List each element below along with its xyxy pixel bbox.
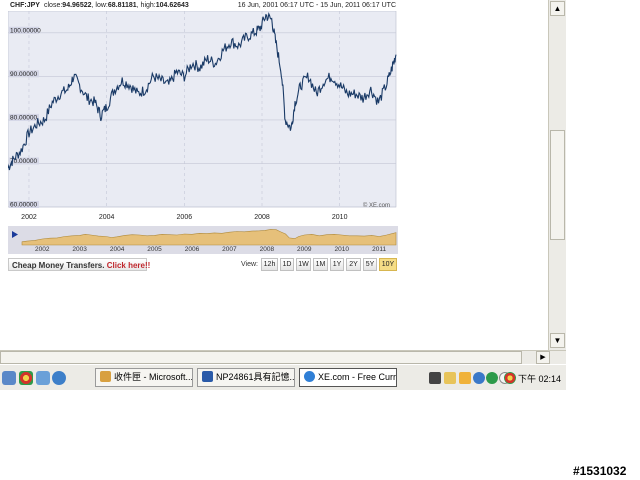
y-tick-label: 100.00000 [10,27,41,34]
timeframe-button-12h[interactable]: 12h [261,258,278,271]
outlook-icon [100,371,111,382]
navigator-tick-label: 2010 [334,246,349,253]
timeframe-button-10y[interactable]: 10Y [379,258,397,271]
price-chart[interactable]: 100.0000090.0000080.0000070.0000060.0000… [8,11,398,226]
task-label: NP24861具有記憶... [216,372,295,382]
timeframe-button-2y[interactable]: 2Y [346,258,361,271]
task-label: 收件匣 - Microsoft... [114,372,193,382]
security-icon[interactable] [486,372,498,384]
promo-link[interactable]: Click here!! [107,261,151,270]
xe-watermark: © XE.com [363,202,390,209]
task-label: XE.com - Free Curr... [318,372,397,382]
scroll-up-arrow-icon[interactable]: ▲ [550,1,565,16]
x-tick-label: 2008 [254,214,270,221]
x-axis-labels: 2002 2004 2006 2008 2010 [21,214,347,221]
ie-quicklaunch-icon[interactable] [52,371,66,385]
timeframe-button-1y[interactable]: 1Y [330,258,344,271]
plot-background [8,11,397,208]
navigator-tick-label: 2002 [35,246,50,253]
navigator-tick-label: 2007 [222,246,237,253]
low-value: 68.81181 [107,2,137,9]
x-tick-label: 2006 [177,214,193,221]
close-label: close: [44,2,63,9]
task-outlook[interactable]: 收件匣 - Microsoft... [95,368,193,387]
chrome-icon[interactable] [19,371,33,385]
y-tick-label: 80.00000 [10,114,37,121]
navigator-chart[interactable]: 2002 2003 2004 2005 2006 2007 2008 2009 2010 2011 [8,226,398,254]
plot-area [8,11,397,208]
image-id-label: #1531032 [573,464,627,478]
vertical-scrollbar[interactable]: ▲ ▼ [548,0,566,350]
date-range: 16 Jun, 2001 06:17 UTC - 15 Jun, 2011 06… [237,2,396,9]
word-icon [202,371,213,382]
close-value: 94.96522 [62,2,92,9]
navigator-tick-label: 2003 [72,246,87,253]
folder-icon[interactable] [459,372,471,384]
task-word[interactable]: NP24861具有記憶... [197,368,295,387]
x-tick-label: 2002 [21,214,37,221]
currency-pair: CHF:JPY [10,2,40,9]
promo-text: Cheap Money Transfers. [12,261,105,270]
timeframe-button-1m[interactable]: 1M [313,258,328,271]
low-label: low: [95,2,108,9]
clock: 下午 02:14 [518,374,562,384]
navigator-tick-label: 2005 [147,246,162,253]
vertical-scroll-thumb[interactable] [550,130,565,240]
navigator-tick-label: 2008 [260,246,275,253]
navigator-tick-label: 2004 [110,246,125,253]
y-tick-label: 60.00000 [10,202,37,209]
taskbar: 收件匣 - Microsoft... NP24861具有記憶... XE.com… [0,364,566,390]
horizontal-scrollbar[interactable]: ▶ [0,350,566,364]
mail-icon[interactable] [444,372,456,384]
keyboard-icon[interactable] [429,372,441,384]
high-label: high: [140,2,156,9]
high-value: 104.62643 [155,2,189,9]
browser-content: CHF:JPY close:94.96522, low:68.81181, hi… [0,0,548,350]
task-xe-browser[interactable]: XE.com - Free Curr... [299,368,397,387]
timeframe-button-1d[interactable]: 1D [280,258,294,271]
scroll-right-arrow-icon[interactable]: ▶ [536,351,550,364]
network-icon[interactable] [473,372,485,384]
navigator-tick-label: 2011 [372,246,386,253]
promo-banner[interactable]: Cheap Money Transfers. Click here!! [8,258,150,271]
x-tick-label: 2010 [332,214,348,221]
timeframe-button-1w[interactable]: 1W [296,258,311,271]
horizontal-scroll-thumb[interactable] [0,351,522,364]
ie-icon [304,371,315,382]
show-desktop-icon[interactable] [2,371,16,385]
edit-icon[interactable] [36,371,50,385]
chrome-tray-icon[interactable] [504,372,516,384]
chart-stats: close:94.96522, low:68.81181, high:104.6… [44,2,189,9]
navigator-tick-label: 2009 [297,246,312,253]
navigator-tick-label: 2006 [185,246,200,253]
y-tick-label: 90.00000 [10,71,37,78]
view-label: View: [241,261,258,268]
scroll-down-arrow-icon[interactable]: ▼ [550,333,565,348]
x-tick-label: 2004 [99,214,115,221]
timeframe-button-5y[interactable]: 5Y [363,258,377,271]
